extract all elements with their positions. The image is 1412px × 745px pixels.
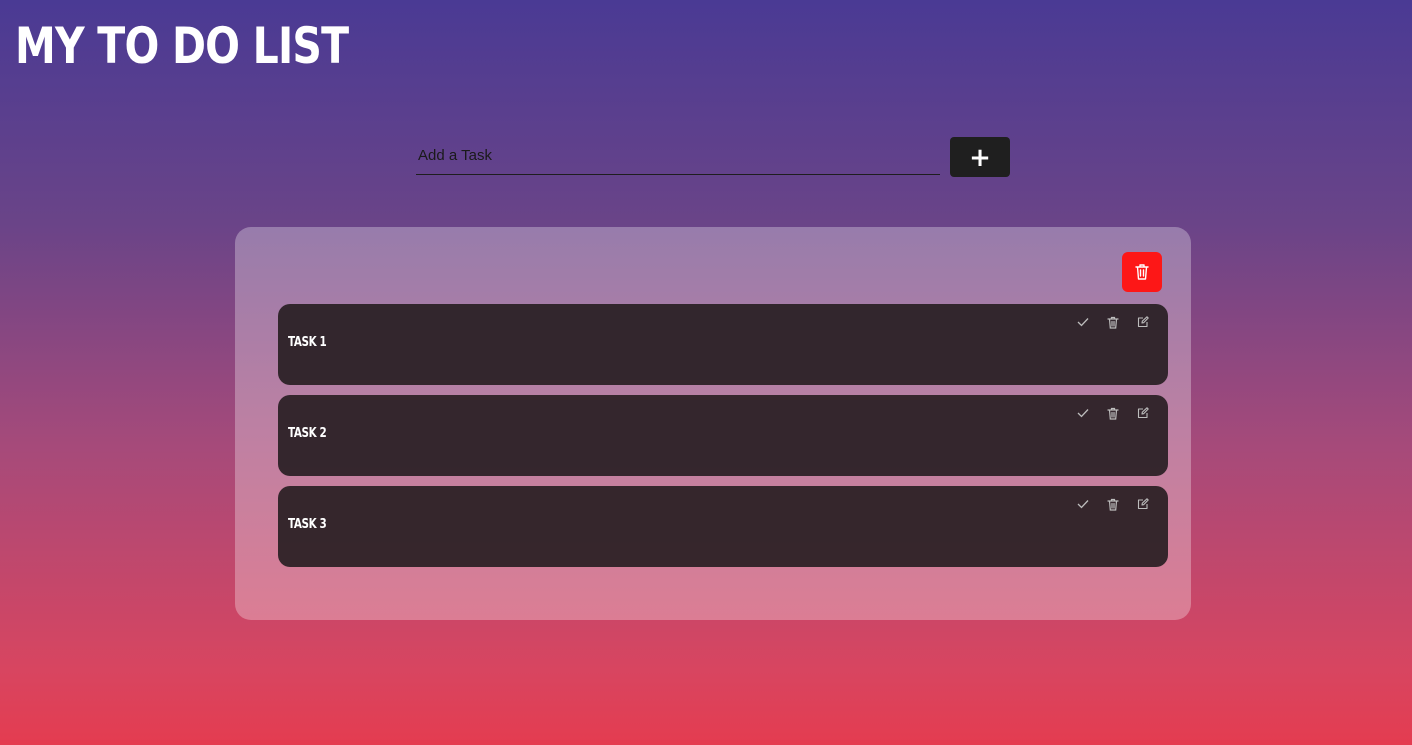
page-title: MY TO DO LIST [15,17,349,75]
task-list-panel: TASK 1 TASK 2 TASK 3 [235,227,1191,620]
task-name: TASK 1 [288,335,327,350]
task-item: TASK 2 [278,395,1168,476]
edit-icon[interactable] [1135,405,1151,421]
task-input[interactable] [416,137,940,175]
trash-icon [1135,264,1149,280]
edit-icon[interactable] [1135,496,1151,512]
add-task-form: + [416,137,1010,177]
add-task-button[interactable]: + [950,137,1010,177]
task-actions [1075,496,1151,512]
task-item: TASK 1 [278,304,1168,385]
trash-icon[interactable] [1105,314,1121,330]
task-item: TASK 3 [278,486,1168,567]
task-actions [1075,405,1151,421]
task-name: TASK 3 [288,517,327,532]
task-name: TASK 2 [288,426,327,441]
task-actions [1075,314,1151,330]
trash-icon[interactable] [1105,405,1121,421]
edit-icon[interactable] [1135,314,1151,330]
check-icon[interactable] [1075,314,1091,330]
delete-all-button[interactable] [1122,252,1162,292]
check-icon[interactable] [1075,405,1091,421]
trash-icon[interactable] [1105,496,1121,512]
check-icon[interactable] [1075,496,1091,512]
